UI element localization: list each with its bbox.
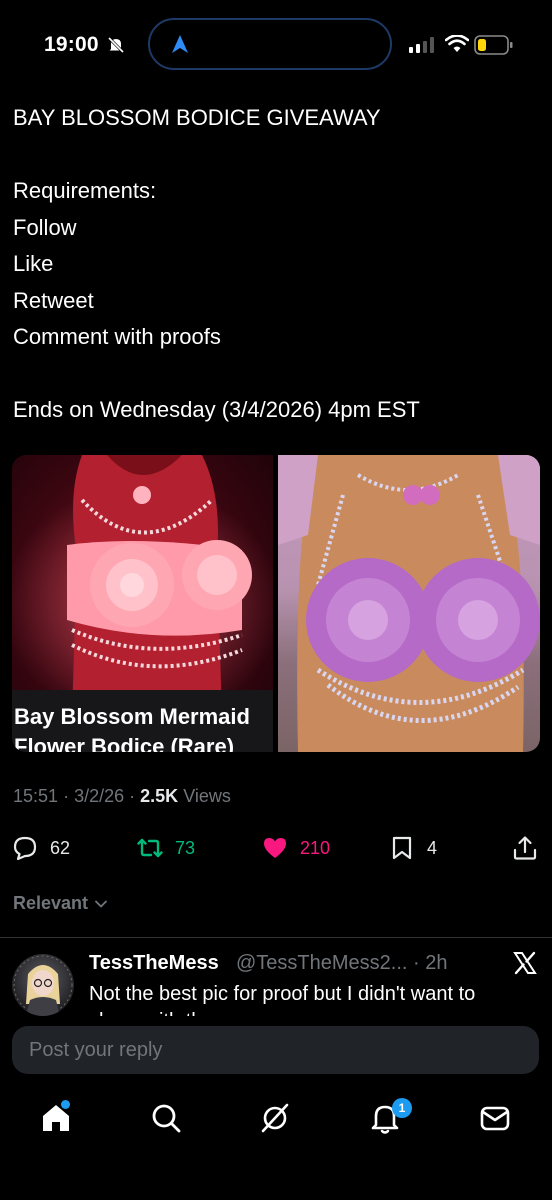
like-button[interactable]: 210	[262, 828, 330, 868]
bodice-illustration-right	[278, 455, 540, 752]
location-arrow-icon	[172, 35, 188, 53]
reply-text: Not the best pic for proof but I didn't …	[89, 983, 476, 1005]
status-bar: 19:00	[0, 0, 552, 90]
share-button[interactable]	[512, 828, 538, 868]
reply-author-handle[interactable]: @TessTheMess2... · 2h	[236, 952, 447, 975]
reply-avatar[interactable]	[12, 954, 74, 1016]
home-unread-dot	[61, 1100, 70, 1109]
retweet-icon	[137, 838, 163, 858]
mute-bell-icon	[107, 36, 125, 54]
reply-icon	[13, 836, 37, 861]
wifi-icon	[445, 35, 469, 52]
tweet-media[interactable]: Bay Blossom Mermaid Flower Bodice (Rare)	[12, 455, 540, 752]
reply-author-name[interactable]: TessTheMess	[89, 952, 219, 975]
battery-low-icon	[474, 35, 513, 55]
meta-separator: ·	[129, 786, 136, 806]
clock: 19:00	[44, 33, 99, 56]
tweet-meta: 15:51 · 3/2/26 · 2.5K Views	[13, 786, 231, 807]
media-caption-box: Bay Blossom Mermaid Flower Bodice (Rare)	[12, 690, 273, 752]
tweet-actions: 62 73 210 4	[0, 828, 552, 868]
media-caption: Bay Blossom Mermaid Flower Bodice (Rare)	[14, 704, 250, 752]
reply-sort-label: Relevant	[13, 893, 89, 913]
x-logo-icon	[513, 951, 537, 975]
reply-sort-dropdown[interactable]: Relevant	[13, 893, 108, 914]
tweet-time: 15:51	[13, 786, 59, 806]
bottom-bar: Post your reply 1	[0, 1016, 552, 1200]
views-label: Views	[183, 786, 231, 806]
search-icon[interactable]	[148, 1100, 184, 1136]
media-image-left[interactable]: Bay Blossom Mermaid Flower Bodice (Rare)	[12, 455, 273, 752]
tweet-text: BAY BLOSSOM BODICE GIVEAWAY Requirements…	[13, 105, 420, 422]
notification-badge: 1	[392, 1098, 412, 1118]
media-image-right[interactable]	[278, 455, 540, 752]
bookmark-icon	[392, 836, 412, 860]
avatar-illustration	[13, 955, 73, 1016]
dynamic-island[interactable]	[148, 18, 392, 70]
bookmark-button[interactable]: 4	[389, 828, 437, 868]
signal-icon	[409, 37, 434, 53]
grok-icon[interactable]	[257, 1100, 293, 1136]
retweet-count: 73	[175, 837, 196, 858]
reply-count: 62	[50, 837, 71, 858]
reply-composer-input[interactable]: Post your reply	[12, 1026, 539, 1074]
like-count: 210	[300, 837, 331, 858]
divider	[0, 937, 552, 938]
bookmark-count: 4	[427, 837, 438, 858]
meta-separator: ·	[63, 786, 70, 806]
share-icon	[513, 836, 537, 860]
reply-button[interactable]: 62	[12, 828, 70, 868]
views-count: 2.5K	[140, 786, 179, 806]
chevron-down-icon	[95, 900, 107, 907]
heart-icon	[264, 838, 286, 858]
messages-icon[interactable]	[477, 1100, 513, 1136]
tweet-date: 3/2/26	[74, 786, 125, 806]
retweet-button[interactable]: 73	[137, 828, 195, 868]
